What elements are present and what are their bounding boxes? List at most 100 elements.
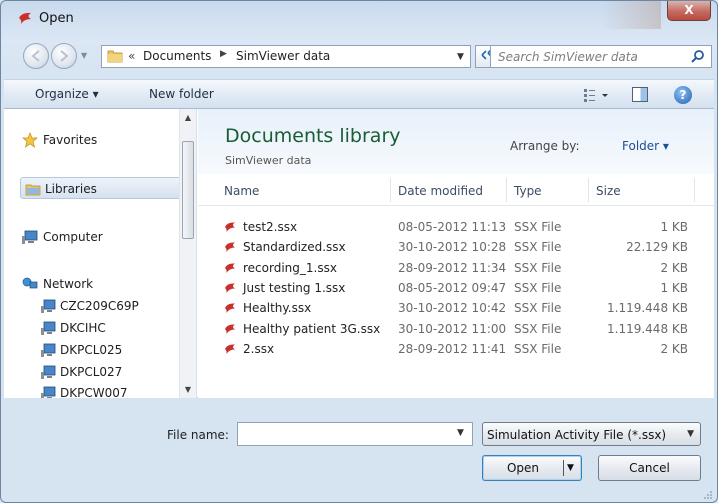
file-type-filter-value: Simulation Activity File (*.ssx) xyxy=(487,428,667,442)
scrollbar-thumb[interactable] xyxy=(182,141,194,239)
search-box[interactable]: Search SimViewer data xyxy=(490,45,712,68)
search-input[interactable]: Search SimViewer data xyxy=(498,50,638,64)
nav-label: DKPCL025 xyxy=(60,343,123,357)
column-separator[interactable] xyxy=(694,178,695,202)
command-toolbar: Organize ▾ New folder ? xyxy=(4,79,714,109)
scroll-up-arrow-icon[interactable]: ▲ xyxy=(180,109,196,126)
column-date-modified[interactable]: Date modified xyxy=(398,184,483,198)
breadcrumb-simviewer-data[interactable]: SimViewer data xyxy=(236,49,330,63)
file-name: test2.ssx xyxy=(243,220,298,234)
network-computer-icon xyxy=(41,386,56,398)
file-type: SSX File xyxy=(514,341,562,356)
nav-item-network-computer[interactable]: DKPCL027 xyxy=(4,361,179,383)
back-button[interactable] xyxy=(23,43,49,69)
file-date-modified: 30-10-2012 10:42 xyxy=(398,301,507,316)
file-date-modified: 30-10-2012 10:28 xyxy=(398,240,507,255)
star-icon xyxy=(22,132,38,148)
nav-item-network[interactable]: Network xyxy=(4,273,179,295)
views-icon[interactable] xyxy=(582,87,612,103)
file-row[interactable]: 2.ssx 28-09-2012 11:41 SSX File 2 KB xyxy=(222,339,692,359)
arrange-by-label: Arrange by: xyxy=(510,139,580,153)
nav-item-libraries[interactable]: Libraries xyxy=(20,177,183,199)
back-arrow-icon xyxy=(31,50,40,62)
main-content: Favorites Libraries Computer Network CZC… xyxy=(4,109,714,398)
forward-arrow-icon xyxy=(60,50,69,62)
file-row[interactable]: Just testing 1.ssx 08-05-2012 09:47 SSX Fi… xyxy=(222,278,692,298)
column-size[interactable]: Size xyxy=(596,184,621,198)
address-bar[interactable]: « Documents ▶ SimViewer data ▼ xyxy=(101,45,471,68)
preview-pane-icon[interactable] xyxy=(632,87,648,102)
open-split-divider xyxy=(563,460,564,476)
close-button[interactable]: X xyxy=(667,1,711,21)
column-separator[interactable] xyxy=(390,178,391,202)
file-date-modified: 28-09-2012 11:34 xyxy=(398,260,507,275)
search-icon[interactable] xyxy=(690,49,706,65)
file-type: SSX File xyxy=(514,321,562,336)
help-icon[interactable]: ? xyxy=(674,86,692,104)
column-type[interactable]: Type xyxy=(514,184,542,198)
breadcrumb-separator[interactable]: ▶ xyxy=(220,49,227,59)
nav-label: Favorites xyxy=(43,133,98,147)
library-subtitle: SimViewer data xyxy=(225,154,312,167)
open-button[interactable]: Open ▼ xyxy=(482,455,582,481)
file-name-label: File name: xyxy=(167,428,229,442)
open-options-dropdown[interactable]: ▼ xyxy=(567,456,574,480)
network-computer-icon xyxy=(41,321,56,335)
nav-item-favorites[interactable]: Favorites xyxy=(4,129,179,151)
organize-button[interactable]: Organize ▾ xyxy=(35,87,99,101)
nav-label: Network xyxy=(43,277,94,291)
nav-label: DKPCL027 xyxy=(60,365,123,379)
column-separator[interactable] xyxy=(588,178,589,202)
recent-pages-dropdown[interactable]: ▼ xyxy=(81,51,87,60)
cancel-button[interactable]: Cancel xyxy=(598,455,701,481)
file-date-modified: 08-05-2012 09:47 xyxy=(398,280,507,295)
nav-item-network-computer[interactable]: DKPCW007 xyxy=(4,382,179,398)
arrange-by-dropdown[interactable]: Folder ▾ xyxy=(622,139,669,153)
computer-icon xyxy=(22,230,38,244)
file-type: SSX File xyxy=(514,301,562,316)
address-row: ▼ « Documents ▶ SimViewer data ▼ Search … xyxy=(1,35,717,79)
file-type: SSX File xyxy=(514,280,562,295)
nav-item-network-computer[interactable]: DKPCL025 xyxy=(4,339,179,361)
nav-scrollbar[interactable]: ▲ ▼ xyxy=(179,109,196,398)
breadcrumb-documents[interactable]: Documents xyxy=(143,49,211,63)
file-name: Standardized.ssx xyxy=(243,240,346,255)
file-row[interactable]: recording_1.ssx 28-09-2012 11:34 SSX File 2… xyxy=(222,258,692,278)
file-type-filter[interactable]: Simulation Activity File (*.ssx) ▼ xyxy=(482,422,701,446)
ssx-file-icon xyxy=(225,263,235,273)
file-name: Healthy patient 3G.ssx xyxy=(243,321,381,336)
window-title: Open xyxy=(39,11,74,26)
forward-button[interactable] xyxy=(51,43,77,69)
network-computer-icon xyxy=(41,343,56,357)
file-size: 1.119.448 KB xyxy=(607,301,688,316)
file-row[interactable]: Healthy.ssx 30-10-2012 10:42 SSX File 1.119… xyxy=(222,298,692,318)
ssx-file-icon xyxy=(225,344,235,354)
new-folder-button[interactable]: New folder xyxy=(149,87,214,101)
network-icon xyxy=(22,277,38,289)
ssx-file-icon xyxy=(225,283,235,293)
title-bar[interactable]: Open X xyxy=(1,1,717,35)
file-row[interactable]: test2.ssx 08-05-2012 11:13 SSX File 1 KB xyxy=(222,217,692,237)
column-headers: Name Date modified Type Size xyxy=(198,174,714,206)
nav-label: CZC209C69P xyxy=(60,299,139,313)
file-date-modified: 28-09-2012 11:41 xyxy=(398,341,507,356)
library-title: Documents library xyxy=(225,125,401,147)
file-type: SSX File xyxy=(514,260,562,275)
simviewer-app-icon xyxy=(19,12,31,24)
folder-icon xyxy=(107,50,123,63)
resize-grip-icon[interactable] xyxy=(703,490,713,500)
file-row[interactable]: Healthy patient 3G.ssx 30-10-2012 11:00 SS… xyxy=(222,319,692,339)
column-name[interactable]: Name xyxy=(224,184,259,198)
file-size: 2 KB xyxy=(660,341,688,356)
column-separator[interactable] xyxy=(506,178,507,202)
file-name-input[interactable] xyxy=(237,422,473,446)
file-name: Just testing 1.ssx xyxy=(243,280,346,295)
address-dropdown[interactable]: ▼ xyxy=(457,52,464,62)
scroll-down-arrow-icon[interactable]: ▼ xyxy=(180,381,196,398)
nav-label: Libraries xyxy=(45,182,97,196)
nav-item-network-computer[interactable]: CZC209C69P xyxy=(4,295,179,317)
nav-item-computer[interactable]: Computer xyxy=(4,226,179,248)
breadcrumb-overflow-chevron[interactable]: « xyxy=(128,49,135,63)
nav-item-network-computer[interactable]: DKCIHC xyxy=(4,317,179,339)
file-row[interactable]: Standardized.ssx 30-10-2012 10:28 SSX File… xyxy=(222,237,692,257)
